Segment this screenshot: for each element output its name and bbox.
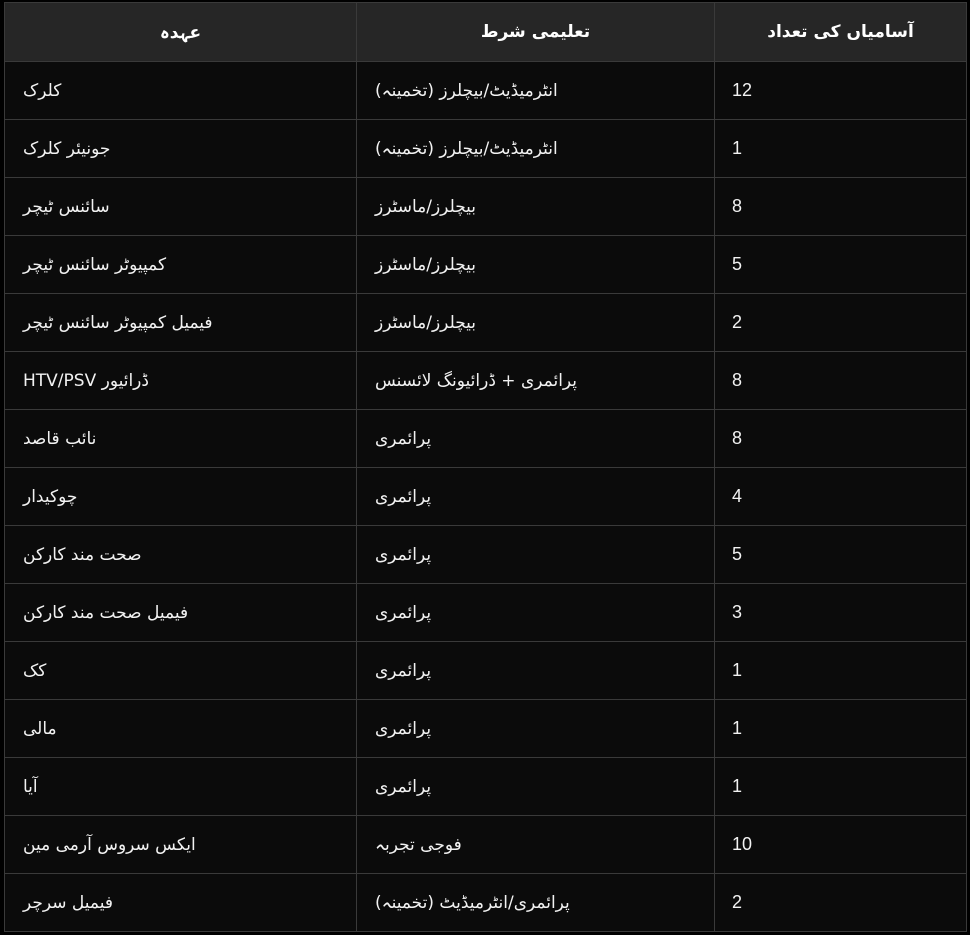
- post-text: جونیئر کلرک: [23, 138, 111, 159]
- header-qualification: تعلیمی شرط: [356, 2, 715, 62]
- table-row: کلرک انٹرمیڈیٹ/بیچلرز (تخمینہ) 12: [4, 61, 967, 120]
- post-text: صحت مند کارکن: [23, 544, 142, 565]
- table-row: چوکیدار پرائمری 4: [4, 467, 967, 526]
- cell-post: کک: [4, 641, 357, 700]
- cell-count: 12: [714, 61, 967, 120]
- cell-qualification: پرائمری: [356, 525, 715, 584]
- qualification-text: بیچلرز/ماسٹرز: [375, 312, 477, 333]
- post-text: ایکس سروس آرمی مین: [23, 834, 196, 855]
- qualification-text: پرائمری: [375, 602, 432, 623]
- cell-count: 1: [714, 119, 967, 178]
- cell-count: 1: [714, 641, 967, 700]
- cell-qualification: پرائمری: [356, 409, 715, 468]
- cell-qualification: بیچلرز/ماسٹرز: [356, 235, 715, 294]
- cell-post: جونیئر کلرک: [4, 119, 357, 178]
- qualification-text: پرائمری: [375, 776, 432, 797]
- cell-qualification: پرائمری/انٹرمیڈیٹ (تخمینہ): [356, 873, 715, 932]
- cell-post: مالی: [4, 699, 357, 758]
- header-post: عہدہ: [4, 2, 357, 62]
- post-text: مالی: [23, 718, 57, 739]
- cell-qualification: بیچلرز/ماسٹرز: [356, 293, 715, 352]
- cell-qualification: پرائمری + ڈرائیونگ لائسنس: [356, 351, 715, 410]
- cell-qualification: بیچلرز/ماسٹرز: [356, 177, 715, 236]
- post-text: فیمیل سرچر: [23, 892, 114, 913]
- cell-count: 2: [714, 293, 967, 352]
- cell-post: فیمیل سرچر: [4, 873, 357, 932]
- table-row: کمپیوٹر سائنس ٹیچر بیچلرز/ماسٹرز 5: [4, 235, 967, 294]
- post-text: فیمیل صحت مند کارکن: [23, 602, 189, 623]
- cell-qualification: پرائمری: [356, 757, 715, 816]
- post-text: ڈرائیور HTV/PSV: [23, 370, 149, 391]
- vacancy-table: عہدہ تعلیمی شرط آسامیاں کی تعداد کلرک انٹ…: [4, 2, 967, 932]
- qualification-text: پرائمری: [375, 428, 432, 449]
- cell-post: ڈرائیور HTV/PSV: [4, 351, 357, 410]
- cell-qualification: فوجی تجربہ: [356, 815, 715, 874]
- cell-count: 10: [714, 815, 967, 874]
- post-text: آیا: [23, 776, 38, 797]
- table-body: کلرک انٹرمیڈیٹ/بیچلرز (تخمینہ) 12 جونیئر کل…: [4, 61, 967, 932]
- table-row: مالی پرائمری 1: [4, 699, 967, 758]
- cell-post: کلرک: [4, 61, 357, 120]
- post-text: فیمیل کمپیوٹر سائنس ٹیچر: [23, 312, 213, 333]
- cell-post: صحت مند کارکن: [4, 525, 357, 584]
- post-text: سائنس ٹیچر: [23, 196, 110, 217]
- cell-qualification: پرائمری: [356, 699, 715, 758]
- post-text: کک: [23, 660, 47, 681]
- cell-post: آیا: [4, 757, 357, 816]
- table-row: آیا پرائمری 1: [4, 757, 967, 816]
- qualification-text: بیچلرز/ماسٹرز: [375, 254, 477, 275]
- cell-count: 8: [714, 351, 967, 410]
- qualification-text: بیچلرز/ماسٹرز: [375, 196, 477, 217]
- vacancy-table-container: عہدہ تعلیمی شرط آسامیاں کی تعداد کلرک انٹ…: [4, 2, 967, 932]
- cell-count: 8: [714, 177, 967, 236]
- cell-count: 4: [714, 467, 967, 526]
- qualification-text: پرائمری: [375, 544, 432, 565]
- post-text: نائب قاصد: [23, 428, 97, 449]
- header-row: عہدہ تعلیمی شرط آسامیاں کی تعداد: [4, 2, 967, 62]
- cell-count: 1: [714, 699, 967, 758]
- cell-count: 2: [714, 873, 967, 932]
- post-text: کمپیوٹر سائنس ٹیچر: [23, 254, 167, 275]
- cell-post: فیمیل کمپیوٹر سائنس ٹیچر: [4, 293, 357, 352]
- table-row: ایکس سروس آرمی مین فوجی تجربہ 10: [4, 815, 967, 874]
- table-row: جونیئر کلرک انٹرمیڈیٹ/بیچلرز (تخمینہ) 1: [4, 119, 967, 178]
- qualification-text: پرائمری: [375, 486, 432, 507]
- cell-qualification: انٹرمیڈیٹ/بیچلرز (تخمینہ): [356, 119, 715, 178]
- cell-post: کمپیوٹر سائنس ٹیچر: [4, 235, 357, 294]
- cell-qualification: انٹرمیڈیٹ/بیچلرز (تخمینہ): [356, 61, 715, 120]
- qualification-text: انٹرمیڈیٹ/بیچلرز (تخمینہ): [375, 139, 558, 159]
- cell-post: نائب قاصد: [4, 409, 357, 468]
- table-row: ڈرائیور HTV/PSV پرائمری + ڈرائیونگ لائسنس…: [4, 351, 967, 410]
- table-row: سائنس ٹیچر بیچلرز/ماسٹرز 8: [4, 177, 967, 236]
- cell-qualification: پرائمری: [356, 467, 715, 526]
- table-row: نائب قاصد پرائمری 8: [4, 409, 967, 468]
- cell-count: 8: [714, 409, 967, 468]
- header-count: آسامیاں کی تعداد: [714, 2, 967, 62]
- qualification-text: انٹرمیڈیٹ/بیچلرز (تخمینہ): [375, 81, 558, 101]
- qualification-text: پرائمری: [375, 718, 432, 739]
- cell-count: 3: [714, 583, 967, 642]
- table-header: عہدہ تعلیمی شرط آسامیاں کی تعداد: [4, 2, 967, 62]
- cell-post: چوکیدار: [4, 467, 357, 526]
- qualification-text: پرائمری/انٹرمیڈیٹ (تخمینہ): [375, 893, 570, 913]
- cell-count: 5: [714, 525, 967, 584]
- post-text: چوکیدار: [23, 486, 78, 507]
- table-row: کک پرائمری 1: [4, 641, 967, 700]
- table-row: فیمیل صحت مند کارکن پرائمری 3: [4, 583, 967, 642]
- table-row: فیمیل سرچر پرائمری/انٹرمیڈیٹ (تخمینہ) 2: [4, 873, 967, 932]
- table-row: فیمیل کمپیوٹر سائنس ٹیچر بیچلرز/ماسٹرز 2: [4, 293, 967, 352]
- qualification-text: پرائمری + ڈرائیونگ لائسنس: [375, 370, 578, 391]
- cell-count: 1: [714, 757, 967, 816]
- qualification-text: فوجی تجربہ: [375, 835, 462, 855]
- qualification-text: پرائمری: [375, 660, 432, 681]
- cell-post: سائنس ٹیچر: [4, 177, 357, 236]
- cell-qualification: پرائمری: [356, 641, 715, 700]
- cell-post: ایکس سروس آرمی مین: [4, 815, 357, 874]
- cell-post: فیمیل صحت مند کارکن: [4, 583, 357, 642]
- cell-qualification: پرائمری: [356, 583, 715, 642]
- table-row: صحت مند کارکن پرائمری 5: [4, 525, 967, 584]
- post-text: کلرک: [23, 80, 62, 101]
- cell-count: 5: [714, 235, 967, 294]
